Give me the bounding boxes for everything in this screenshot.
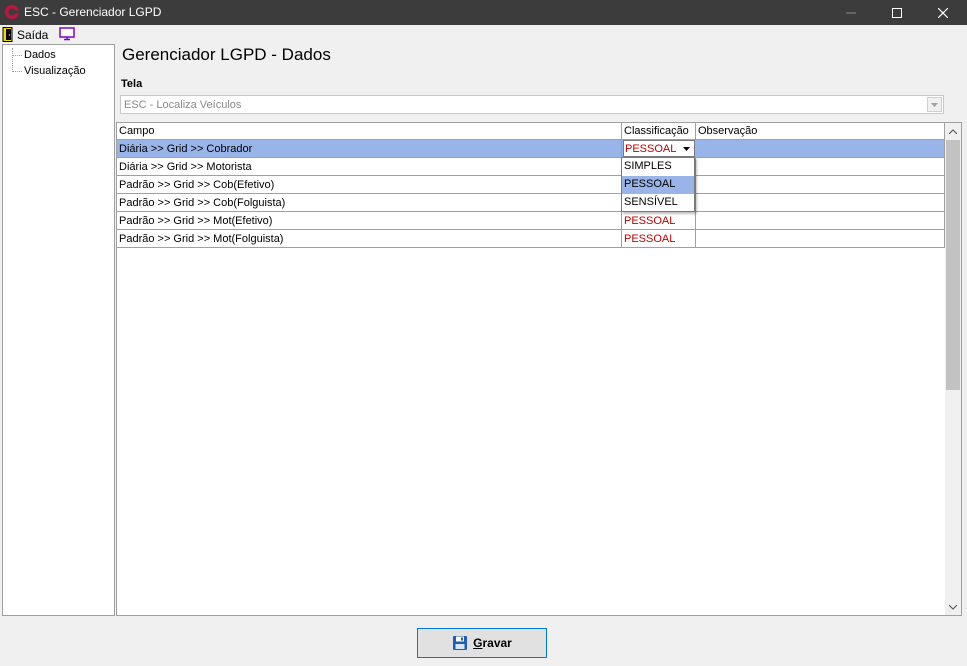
dropdown-option-sensivel[interactable]: SENSÍVEL [622,194,694,212]
monitor-icon [59,27,75,41]
cell-observacao[interactable] [696,194,945,211]
cell-campo[interactable]: Padrão >> Grid >> Cob(Efetivo) [117,176,622,193]
toolbar: Saída [0,25,967,44]
classificacao-editor[interactable]: PESSOAL [623,140,695,157]
door-exit-icon [2,27,13,42]
chevron-up-icon [949,128,957,134]
exit-button[interactable]: Saída [2,26,48,43]
close-button[interactable] [920,0,966,25]
minimize-icon [846,12,856,13]
cell-observacao[interactable] [696,140,945,157]
monitor-button[interactable] [58,26,76,43]
exit-label: Saída [17,27,49,42]
navigation-tree: Dados Visualização [2,44,115,616]
vertical-scrollbar[interactable] [945,123,961,615]
cell-campo[interactable]: Padrão >> Grid >> Cob(Folguista) [117,194,622,211]
cell-campo[interactable]: Padrão >> Grid >> Mot(Folguista) [117,230,622,247]
table-row[interactable]: Padrão >> Grid >> Cob(Folguista) [117,194,945,212]
title-bar: ESC - Gerenciador LGPD [0,0,967,25]
scrollbar-thumb[interactable] [946,140,960,390]
scroll-up-button[interactable] [945,123,961,139]
table-row[interactable]: Diária >> Grid >> Cobrador PESSOAL [117,140,945,158]
cell-campo[interactable]: Diária >> Grid >> Motorista [117,158,622,175]
column-header-observacao[interactable]: Observação [696,123,945,140]
chevron-down-icon[interactable] [927,97,942,112]
classificacao-dropdown-list: SIMPLES PESSOAL SENSÍVEL [621,157,695,212]
save-button-label-rest: ravar [482,636,512,650]
chevron-down-icon [949,604,957,610]
tree-connector [12,48,13,72]
cell-classificacao[interactable]: PESSOAL [622,212,696,229]
maximize-button[interactable] [874,0,920,25]
chevron-down-icon[interactable] [679,142,693,156]
cell-classificacao[interactable]: PESSOAL [622,230,696,247]
tree-item-dados[interactable]: Dados [24,49,56,61]
cell-observacao[interactable] [696,158,945,175]
scroll-down-button[interactable] [945,599,961,615]
cell-observacao[interactable] [696,230,945,247]
grid-header: Campo Classificação Observação [117,123,945,140]
maximize-icon [892,7,902,18]
app-logo-icon [5,5,19,19]
tree-connector [12,55,22,56]
classificacao-editor-value: PESSOAL [625,143,677,155]
table-row[interactable]: Padrão >> Grid >> Mot(Folguista) PESSOAL [117,230,945,248]
table-row[interactable]: Padrão >> Grid >> Cob(Efetivo) [117,176,945,194]
tree-connector [12,71,22,72]
window-title: ESC - Gerenciador LGPD [24,5,162,19]
close-icon [938,7,948,18]
tela-label: Tela [121,78,143,90]
cell-campo[interactable]: Diária >> Grid >> Cobrador [117,140,622,157]
table-row[interactable]: Diária >> Grid >> Motorista [117,158,945,176]
lgpd-grid: Campo Classificação Observação Diária >>… [116,122,962,616]
floppy-disk-icon [453,636,468,650]
tela-select[interactable]: ESC - Localiza Veículos [120,95,944,114]
cell-observacao[interactable] [696,212,945,229]
page-title: Gerenciador LGPD - Dados [122,45,331,64]
save-button[interactable]: Gravar [417,628,547,658]
cell-observacao[interactable] [696,176,945,193]
cell-campo[interactable]: Padrão >> Grid >> Mot(Efetivo) [117,212,622,229]
column-header-campo[interactable]: Campo [117,123,622,140]
tela-select-value: ESC - Localiza Veículos [124,99,242,111]
tree-item-visualizacao[interactable]: Visualização [24,65,86,77]
table-row[interactable]: Padrão >> Grid >> Mot(Efetivo) PESSOAL [117,212,945,230]
minimize-button[interactable] [828,0,874,25]
dropdown-option-pessoal[interactable]: PESSOAL [622,176,694,194]
column-header-classificacao[interactable]: Classificação [622,123,696,140]
dropdown-option-simples[interactable]: SIMPLES [622,158,694,176]
save-button-label: Gravar [473,636,512,650]
